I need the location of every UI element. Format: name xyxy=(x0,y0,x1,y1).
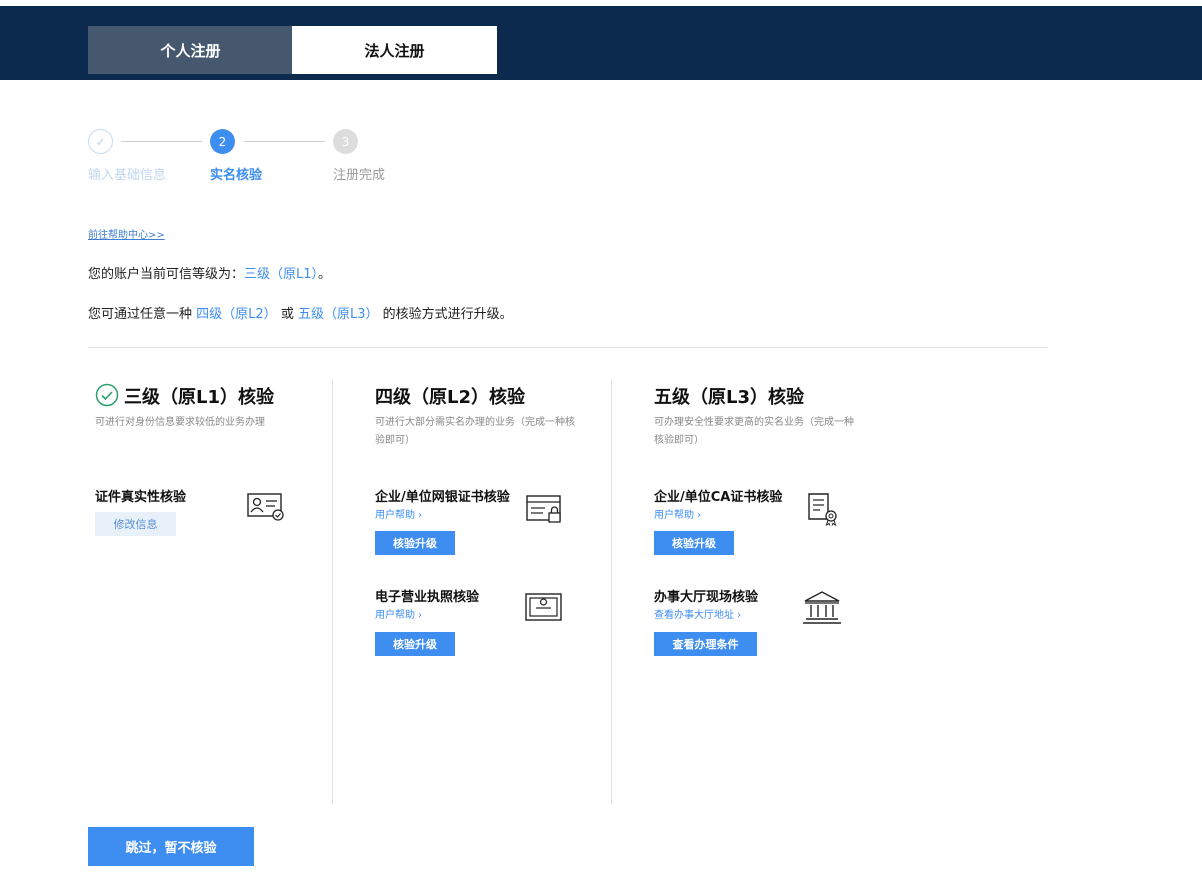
upgrade-option-level4: 四级（原L2） xyxy=(196,307,277,322)
step2-number: 2 xyxy=(210,129,235,154)
level5-desc: 可办理安全性要求更高的实名业务（完成一种核验即可） xyxy=(654,417,854,446)
upgrade-option-level5: 五级（原L3） xyxy=(297,307,379,322)
check-circle-icon xyxy=(95,383,119,407)
trust-level-value: 三级（原L1） xyxy=(244,267,319,282)
upgrade-or: 或 xyxy=(280,307,294,322)
column-separator xyxy=(611,379,612,804)
help-center-link[interactable]: 前往帮助中心>> xyxy=(88,226,165,241)
trust-level-suffix: 。 xyxy=(318,267,332,282)
ca-cert-upgrade-button[interactable]: 核验升级 xyxy=(654,531,734,555)
ca-certificate-icon xyxy=(808,493,837,527)
trust-level-text: 您的账户当前可信等级为：三级（原L1）。 xyxy=(88,263,331,282)
tab-corporate-register[interactable]: 法人注册 xyxy=(292,26,497,74)
bank-cert-help-link[interactable]: 用户帮助 › xyxy=(375,506,422,521)
ca-cert-help-link[interactable]: 用户帮助 › xyxy=(654,506,701,521)
column-separator xyxy=(332,379,333,804)
upgrade-info-text: 您可通过任意一种 四级（原L2） 或 五级（原L3） 的核验方式进行升级。 xyxy=(88,303,513,322)
upgrade-suffix: 的核验方式进行升级。 xyxy=(382,307,513,322)
bank-cert-title: 企业/单位网银证书核验 xyxy=(375,490,510,505)
government-building-icon xyxy=(803,591,841,624)
level3-title: 三级（原L1）核验 xyxy=(124,387,274,408)
e-license-upgrade-button[interactable]: 核验升级 xyxy=(375,632,455,656)
view-conditions-button[interactable]: 查看办理条件 xyxy=(654,632,757,656)
progress-steps: ✓ 2 3 输入基础信息 实名核验 注册完成 xyxy=(88,128,488,188)
step3-number: 3 xyxy=(333,129,358,154)
e-license-title: 电子营业执照核验 xyxy=(375,590,480,605)
hall-verification-title: 办事大厅现场核验 xyxy=(654,590,759,605)
e-license-icon xyxy=(525,593,562,621)
step2-label: 实名核验 xyxy=(210,168,263,183)
upgrade-prefix: 您可通过任意一种 xyxy=(88,307,193,322)
e-license-help-link[interactable]: 用户帮助 › xyxy=(375,606,422,621)
hall-address-link[interactable]: 查看办事大厅地址 › xyxy=(654,606,741,621)
bank-certificate-icon xyxy=(526,495,561,523)
ca-cert-title: 企业/单位CA证书核验 xyxy=(654,490,783,505)
skip-verification-button[interactable]: 跳过，暂不核验 xyxy=(88,827,254,866)
trust-level-prefix: 您的账户当前可信等级为： xyxy=(88,267,245,282)
level3-desc: 可进行对身份信息要求较低的业务办理 xyxy=(95,417,265,428)
step1-check-icon: ✓ xyxy=(88,129,113,154)
id-card-icon xyxy=(247,493,284,521)
step-connector xyxy=(244,141,325,142)
section-divider xyxy=(88,347,1048,348)
id-verification-title: 证件真实性核验 xyxy=(95,490,187,505)
step1-label: 输入基础信息 xyxy=(88,168,167,183)
level4-title: 四级（原L2）核验 xyxy=(375,387,525,408)
level5-title: 五级（原L3）核验 xyxy=(654,387,804,408)
level4-desc: 可进行大部分需实名办理的业务（完成一种核验即可） xyxy=(375,417,575,446)
modify-info-button[interactable]: 修改信息 xyxy=(95,512,176,536)
tab-personal-register[interactable]: 个人注册 xyxy=(88,26,293,74)
step-connector xyxy=(121,141,202,142)
bank-cert-upgrade-button[interactable]: 核验升级 xyxy=(375,531,455,555)
step3-label: 注册完成 xyxy=(333,168,386,183)
